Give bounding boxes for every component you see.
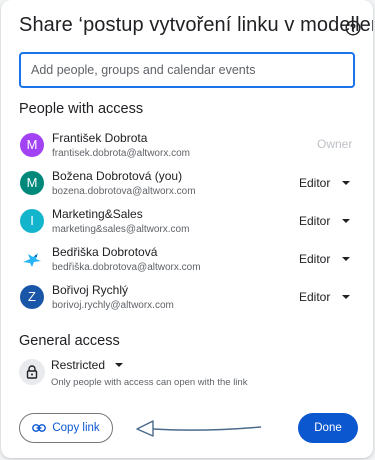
- person-name: Božena Dobrotová (you): [52, 169, 183, 183]
- access-level-label: Restricted: [51, 358, 106, 372]
- role-label: Editor: [299, 176, 331, 190]
- person-name: Bedřiška Dobrotová: [52, 245, 158, 259]
- chevron-down-icon: [342, 181, 351, 185]
- lock-icon: [19, 359, 45, 385]
- person-name: František Dobrota: [52, 131, 148, 145]
- link-icon: [32, 424, 47, 432]
- access-level-description: Only people with access can open with th…: [51, 377, 248, 388]
- done-button[interactable]: Done: [298, 413, 358, 443]
- general-access-heading: General access: [19, 333, 120, 349]
- role-dropdown[interactable]: Editor: [293, 284, 356, 310]
- person-row: Z Bořivoj Rychlý borivoj.rychly@altworx.…: [1, 280, 373, 318]
- role-label: Editor: [299, 290, 331, 304]
- person-row: Bedřiška Dobrotová bedřiška.dobrotova@al…: [1, 242, 373, 280]
- general-access-row: Restricted Only people with access can o…: [1, 355, 373, 395]
- copy-link-label: Copy link: [52, 422, 100, 434]
- person-row: M František Dobrota frantisek.dobrota@al…: [1, 128, 373, 166]
- people-with-access-heading: People with access: [19, 101, 144, 117]
- bird-photo-icon: [20, 247, 44, 271]
- role-label: Editor: [299, 252, 331, 266]
- owner-role-label: Owner: [317, 137, 353, 151]
- copy-link-button[interactable]: Copy link: [19, 413, 113, 443]
- avatar: I: [20, 209, 44, 233]
- dialog-title: Share ‘postup vytvoření linku v modeller…: [19, 14, 373, 36]
- annotation-arrow-icon: [136, 420, 262, 437]
- person-email: bedřiška.dobrotova@altworx.com: [52, 262, 201, 273]
- chevron-down-icon: [115, 363, 124, 367]
- person-row: I Marketing&Sales marketing&sales@altwor…: [1, 204, 373, 242]
- role-label: Editor: [299, 214, 331, 228]
- person-name: Marketing&Sales: [52, 207, 143, 221]
- avatar: M: [20, 133, 44, 157]
- chevron-down-icon: [342, 257, 351, 261]
- role-dropdown[interactable]: Editor: [293, 170, 356, 196]
- share-dialog: Share ‘postup vytvoření linku v modeller…: [1, 0, 373, 458]
- role-dropdown[interactable]: Editor: [293, 208, 356, 234]
- person-email: frantisek.dobrota@altworx.com: [52, 148, 190, 159]
- add-people-input[interactable]: [19, 52, 355, 88]
- chevron-down-icon: [342, 295, 351, 299]
- person-email: borivoj.rychly@altworx.com: [52, 300, 174, 311]
- person-email: bozena.dobrotova@altworx.com: [52, 186, 196, 197]
- chevron-down-icon: [342, 219, 351, 223]
- avatar: Z: [20, 285, 44, 309]
- access-level-dropdown[interactable]: Restricted: [51, 358, 124, 372]
- avatar: M: [20, 171, 44, 195]
- person-name: Bořivoj Rychlý: [52, 283, 129, 297]
- role-dropdown[interactable]: Editor: [293, 246, 356, 272]
- help-circle-icon[interactable]: [345, 20, 361, 36]
- person-email: marketing&sales@altworx.com: [52, 224, 190, 235]
- person-row: M Božena Dobrotová (you) bozena.dobrotov…: [1, 166, 373, 204]
